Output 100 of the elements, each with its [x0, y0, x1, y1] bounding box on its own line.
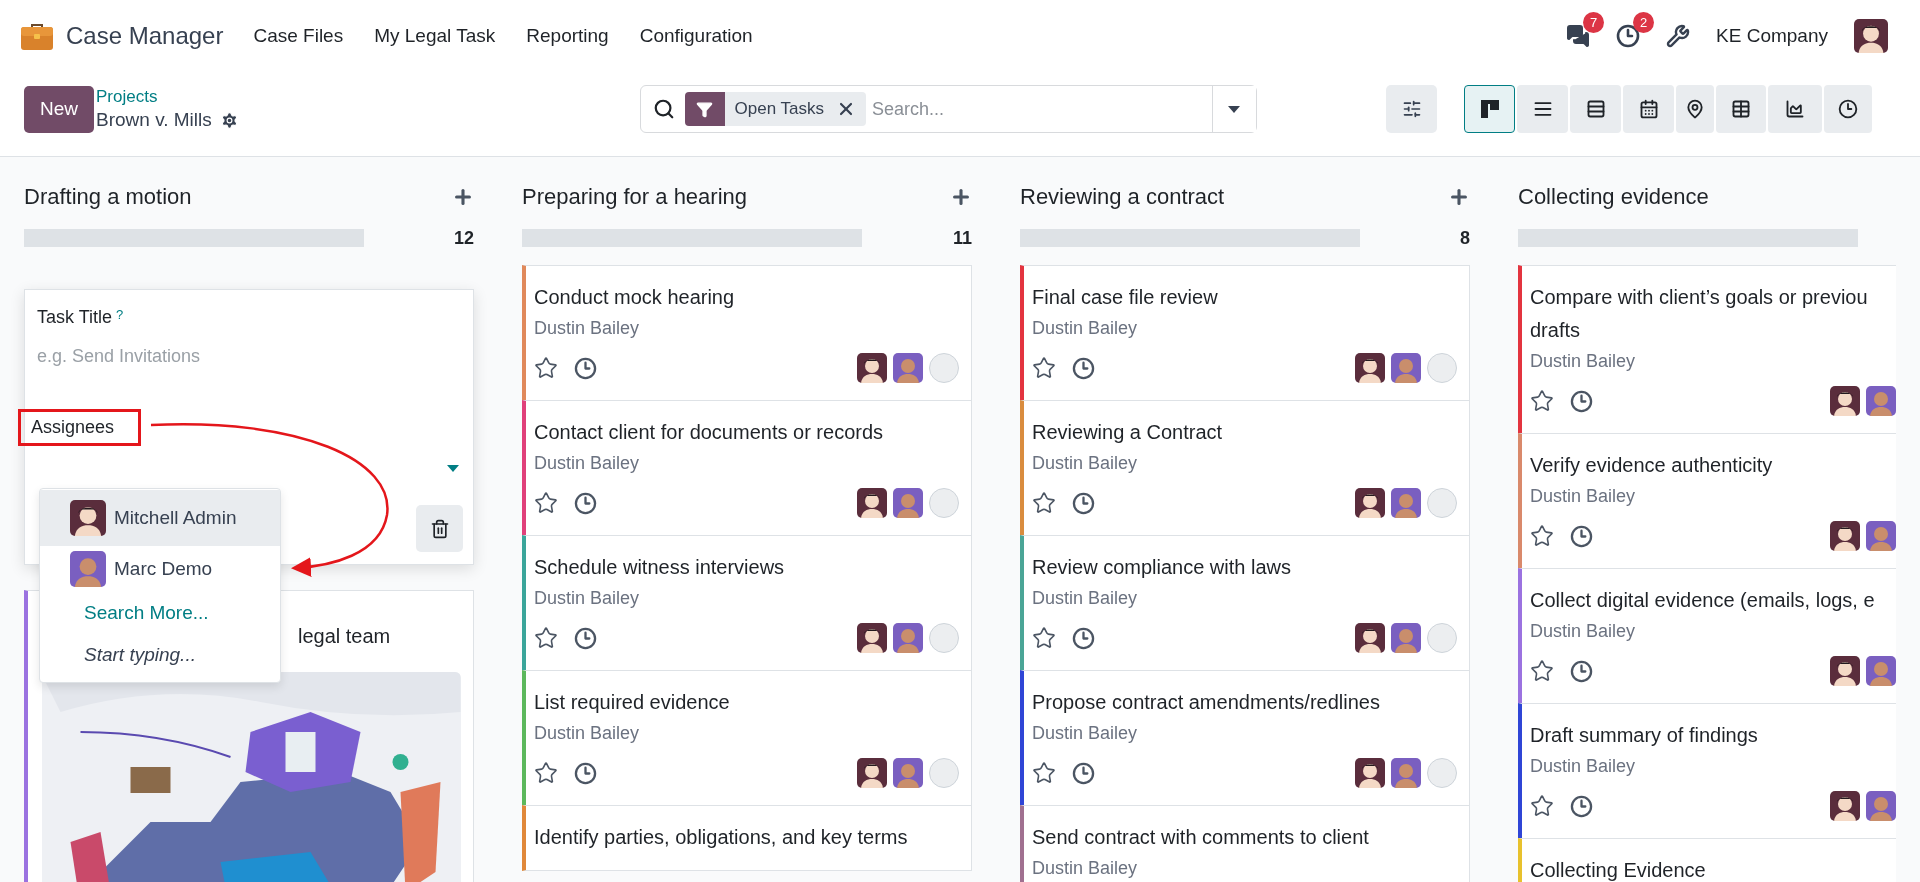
view-switch-button[interactable]	[1570, 85, 1621, 133]
clock-icon[interactable]	[1072, 626, 1095, 650]
search-more-link[interactable]: Search More...	[40, 592, 280, 634]
caret-icon	[447, 465, 459, 472]
tools-icon[interactable]	[1666, 24, 1691, 48]
view-switch-button[interactable]	[1464, 85, 1515, 133]
clock-icon[interactable]	[1570, 389, 1593, 413]
clock-icon[interactable]	[1570, 659, 1593, 683]
count-badge: 7	[1583, 12, 1605, 33]
filter-settings-button[interactable]	[1386, 85, 1437, 133]
task-card[interactable]: Collecting Evidence	[1518, 838, 1896, 882]
area-chart-icon	[1785, 99, 1805, 119]
clock-icon[interactable]	[1570, 794, 1593, 818]
star-icon[interactable]	[1032, 356, 1056, 380]
task-card[interactable]: Reviewing a Contract Dustin Bailey	[1020, 400, 1470, 536]
view-switch-button[interactable]	[1768, 85, 1822, 133]
user-avatar	[1854, 19, 1888, 53]
view-switch-button[interactable]	[1716, 85, 1766, 133]
card-subtitle: Dustin Bailey	[1032, 857, 1139, 880]
star-icon[interactable]	[1530, 659, 1554, 683]
new-button[interactable]: New	[24, 85, 94, 133]
task-card[interactable]: Verify evidence authenticity Dustin Bailey	[1518, 433, 1896, 569]
clock-icon[interactable]	[574, 626, 597, 650]
star-icon[interactable]	[534, 491, 558, 515]
count-badge: 2	[1633, 12, 1655, 33]
view-switch-button[interactable]	[1623, 85, 1674, 133]
star-icon[interactable]	[534, 626, 558, 650]
facet-label: Open Tasks	[734, 99, 824, 119]
add-button[interactable]	[950, 186, 972, 208]
add-button[interactable]	[1448, 186, 1470, 208]
menu-item[interactable]: Configuration	[639, 25, 753, 47]
dropdown-option[interactable]: Mitchell Admin	[40, 490, 280, 546]
task-card[interactable]: Review compliance with laws Dustin Bailey	[1020, 535, 1470, 671]
card-title: Identify parties, obligations, and key terms	[534, 825, 909, 850]
search-options-button[interactable]	[1211, 86, 1256, 132]
task-card[interactable]: Send contract with comments to client Dustin Bailey	[1020, 805, 1470, 882]
dropdown-option[interactable]: Marc Demo	[40, 546, 280, 592]
card-title: Reviewing a Contract	[1032, 420, 1224, 445]
company-switcher[interactable]: KE Company	[1716, 25, 1828, 47]
task-card[interactable]: Conduct mock hearing Dustin Bailey	[522, 265, 972, 401]
clock-icon[interactable]	[1072, 761, 1095, 785]
card-title: Final case file review	[1032, 285, 1219, 310]
dropdown-hint: Start typing...	[83, 643, 197, 667]
view-switch-button[interactable]	[1676, 85, 1714, 133]
menu-item[interactable]: Reporting	[526, 25, 609, 47]
column-title: Reviewing a contract	[1020, 184, 1225, 210]
help-mark[interactable]: ?	[116, 307, 124, 322]
card-subtitle: Dustin Bailey	[534, 587, 641, 610]
star-icon[interactable]	[1530, 794, 1554, 818]
messages-button[interactable]	[1566, 24, 1591, 48]
clock-icon[interactable]	[574, 761, 597, 785]
view-switch-button[interactable]	[1824, 85, 1872, 133]
clock-icon[interactable]	[1570, 524, 1593, 548]
card-title: List required evidence	[534, 690, 731, 715]
task-card[interactable]: Compare with client’s goals or previou drafts Dustin Bailey	[1518, 265, 1896, 434]
column-title: Drafting a motion	[24, 184, 192, 210]
clock-icon	[1838, 99, 1858, 119]
breadcrumb-link[interactable]: Projects	[96, 87, 239, 107]
star-icon[interactable]	[534, 761, 558, 785]
star-icon[interactable]	[1032, 491, 1056, 515]
view-switch-button[interactable]	[1517, 85, 1568, 133]
star-icon[interactable]	[1530, 389, 1554, 413]
column-title: Preparing for a hearing	[522, 184, 748, 210]
record-count: 8	[1460, 227, 1470, 249]
clock-icon[interactable]	[574, 491, 597, 515]
map-pin-icon	[1685, 99, 1705, 119]
card-subtitle: Dustin Bailey	[1530, 620, 1637, 643]
task-card[interactable]: Schedule witness interviews Dustin Bailey	[522, 535, 972, 671]
menu-item[interactable]: My Legal Task	[374, 25, 496, 47]
card-title: Conduct mock hearing	[534, 285, 736, 310]
card-title: Review compliance with laws	[1032, 555, 1292, 580]
settings-icon[interactable]	[219, 110, 239, 130]
star-icon[interactable]	[1032, 626, 1056, 650]
clock-icon[interactable]	[574, 356, 597, 380]
star-icon[interactable]	[1530, 524, 1554, 548]
card-title: Contact client for documents or records	[534, 420, 885, 445]
search-field[interactable]: Open Tasks Search...	[639, 85, 1257, 133]
task-card[interactable]: List required evidence Dustin Bailey	[522, 670, 972, 806]
card-title: Send contract with comments to client	[1032, 825, 1370, 850]
activities-button[interactable]	[1616, 24, 1641, 48]
clock-icon[interactable]	[1072, 491, 1095, 515]
card-title: drafts	[1530, 318, 1582, 343]
card-subtitle: Dustin Bailey	[1032, 317, 1139, 340]
filter-icon	[696, 100, 713, 118]
star-icon[interactable]	[534, 356, 558, 380]
task-card[interactable]: Identify parties, obligations, and key terms	[522, 805, 972, 871]
delete-button[interactable]	[416, 505, 463, 552]
app-name[interactable]: Case Manager	[66, 22, 224, 50]
menu-item[interactable]: Case Files	[253, 25, 344, 47]
kanban-icon	[1479, 99, 1500, 119]
task-card[interactable]: Collect digital evidence (emails, logs, e Dustin Bailey	[1518, 568, 1896, 704]
caret-icon	[1228, 105, 1240, 113]
card-title: Collecting Evidence	[1530, 858, 1707, 882]
task-card[interactable]: Contact client for documents or records Dustin Bailey	[522, 400, 972, 536]
task-card[interactable]: Draft summary of findings Dustin Bailey	[1518, 703, 1896, 839]
star-icon[interactable]	[1032, 761, 1056, 785]
task-card[interactable]: Final case file review Dustin Bailey	[1020, 265, 1470, 401]
add-button[interactable]	[452, 186, 474, 208]
task-card[interactable]: Propose contract amendments/redlines Dustin Bailey	[1020, 670, 1470, 806]
clock-icon[interactable]	[1072, 356, 1095, 380]
